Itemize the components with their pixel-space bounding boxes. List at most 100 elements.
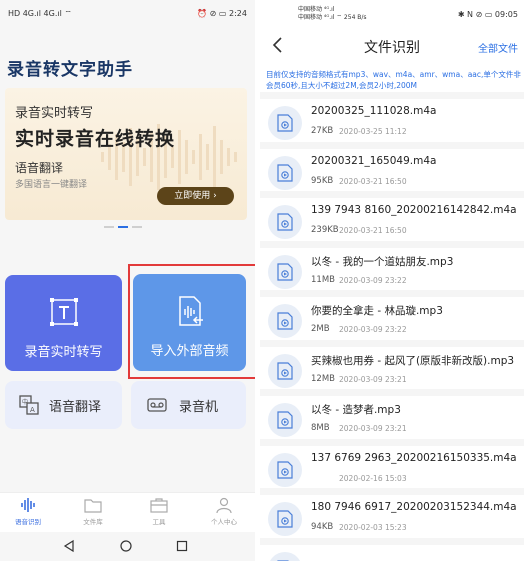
file-name: 以冬 - 造梦者.mp3 [311, 404, 401, 416]
file-row[interactable]: 你要的全拿走 - 林品璇.mp3 2MB 2020-03-09 23:22 [260, 290, 524, 340]
audio-file-icon [268, 551, 302, 561]
tab-profile[interactable]: 个人中心 [199, 497, 249, 526]
tab-label: 文件库 [83, 518, 103, 526]
audio-file-icon [268, 353, 302, 388]
file-date: 2020-03-09 23:22 [339, 275, 407, 285]
nav-home-icon[interactable] [119, 539, 133, 553]
carrier-1: 中国移动 ⁴ᴳ.ıl [298, 6, 335, 13]
carousel-dot [132, 226, 142, 228]
audio-file-icon [268, 106, 302, 140]
file-row[interactable]: 139 7943 8160_20200216142842.m4a 239KB 202… [260, 191, 524, 241]
carousel-dot-active [118, 226, 128, 228]
tab-label: 工具 [152, 518, 166, 526]
nav-recents-icon[interactable] [175, 539, 189, 553]
audio-file-icon [277, 114, 293, 132]
file-size: 2MB [311, 324, 330, 334]
recorder-card[interactable]: 录音机 [131, 381, 246, 429]
file-size: 12MB [311, 373, 335, 384]
file-date: 2020-03-21 16:50 [339, 226, 407, 235]
file-date: 2020-03-09 23:22 [339, 325, 407, 334]
file-date: 2020-02-03 15:23 [339, 523, 407, 532]
file-row[interactable] [260, 537, 524, 561]
audio-file-icon [277, 411, 293, 429]
file-row[interactable]: 以冬 - 造梦者.mp3 8MB 2020-03-09 23:21 [260, 389, 524, 439]
translate-icon: 中 A [19, 395, 39, 415]
file-row[interactable]: 20200325_111028.m4a 27KB 2020-03-25 11:12 [260, 92, 524, 142]
folder-icon [84, 499, 102, 513]
audio-file-icon [268, 304, 302, 338]
file-size: 27KB [311, 126, 334, 136]
svg-text:A: A [30, 406, 35, 414]
use-now-button[interactable]: 立即使用 › [157, 187, 234, 205]
toolbox-icon [150, 498, 168, 513]
file-row[interactable]: 以冬 - 我的一个道姑朋友.mp3 11MB 2020-03-09 23:22 [260, 240, 524, 290]
status-left: HD 4G.ıl 4G.ıl ⌔ [8, 9, 72, 18]
file-name: 137 6769 2963_20200216150335.m4a [311, 451, 517, 464]
highlight-box [128, 264, 255, 379]
file-date: 2020-03-09 23:21 [339, 374, 407, 384]
carousel-indicator [104, 226, 146, 230]
all-files-link[interactable]: 全部文件 [478, 40, 518, 55]
file-date: 2020-03-21 16:50 [339, 176, 407, 186]
audio-file-icon [268, 254, 302, 289]
status-right: ✱ N ⊘ ▭ 09:05 [457, 10, 518, 19]
audio-file-icon [268, 452, 302, 487]
file-name: 你要的全拿走 - 林品璇.mp3 [311, 305, 443, 317]
format-notice: 目前仅支持的音频格式有mp3、wav、m4a、amr、wma、aac,单个文件非… [266, 70, 521, 90]
realtime-transcribe-label: 录音实时转写 [24, 345, 103, 360]
promo-banner[interactable]: 录音实时转写 实时录音在线转换 语音翻译 多国语言一键翻译 立即使用 › [5, 88, 247, 220]
realtime-transcribe-card[interactable]: 录音实时转写 [5, 275, 122, 371]
tab-label: 个人中心 [211, 518, 237, 526]
tab-file-library[interactable]: 文件库 [68, 497, 118, 526]
file-row[interactable]: 20200321_165049.m4a 95KB 2020-03-21 16:50 [260, 141, 524, 191]
file-date: 2020-02-16 15:03 [339, 473, 407, 483]
person-icon [216, 497, 232, 513]
system-nav-bar [0, 532, 255, 561]
banner-feature-desc: 多国语言一键翻译 [15, 180, 88, 190]
bottom-tab-bar: 语音识别 文件库 工具 个人中心 [0, 492, 255, 532]
file-name: 180 7946 6917_20200203152344.m4a [311, 501, 517, 513]
tab-tools[interactable]: 工具 [134, 497, 184, 526]
file-name: 以冬 - 我的一个道姑朋友.mp3 [311, 255, 454, 268]
file-size: 8MB [311, 423, 330, 433]
audio-file-icon [277, 460, 293, 479]
tab-label: 语音识别 [15, 518, 41, 526]
audio-file-icon [277, 262, 293, 281]
app-title: 录音转文字助手 [7, 60, 133, 80]
banner-feature: 语音翻译 [15, 161, 64, 175]
file-row[interactable]: 137 6769 2963_20200216150335.m4a 2020-02-… [260, 438, 524, 488]
file-list: 20200325_111028.m4a 27KB 2020-03-25 11:12 2… [260, 92, 524, 561]
tab-voice-recognition[interactable]: 语音识别 [3, 497, 53, 526]
voice-translate-label: 语音翻译 [49, 400, 102, 415]
audio-file-icon [268, 205, 302, 239]
file-size: 95KB [311, 175, 334, 186]
status-bar: HD 4G.ıl 4G.ıl ⌔ ⏰ ⊘ ▭ 2:24 [0, 0, 255, 28]
file-size: 239KB [311, 225, 339, 235]
status-right: ⏰ ⊘ ▭ 2:24 [197, 9, 247, 18]
audio-file-icon [268, 403, 302, 437]
file-row[interactable]: 180 7946 6917_20200203152344.m4a 94KB 2020… [260, 488, 524, 538]
carousel-dot [104, 226, 114, 228]
file-date: 2020-03-09 23:21 [339, 424, 407, 433]
text-box-icon [49, 298, 78, 326]
file-size: 94KB [311, 522, 334, 532]
waveform-icon [21, 498, 35, 512]
file-row[interactable]: 买辣椒也用券 - 起风了(原版非新改版).mp3 12MB 2020-03-09 2… [260, 339, 524, 389]
tape-recorder-icon [147, 398, 167, 412]
file-name: 20200321_165049.m4a [311, 154, 437, 167]
file-name: 139 7943 8160_20200216142842.m4a [311, 204, 517, 216]
banner-subtitle: 录音实时转写 [15, 106, 94, 121]
recorder-label: 录音机 [179, 400, 219, 415]
left-screen: HD 4G.ıl 4G.ıl ⌔ ⏰ ⊘ ▭ 2:24 录音转文字助手 录音实时… [0, 0, 255, 561]
voice-translate-card[interactable]: 中 A 语音翻译 [5, 381, 122, 429]
nav-back-icon[interactable] [62, 539, 76, 553]
audio-file-icon [268, 155, 302, 190]
file-date: 2020-03-25 11:12 [339, 127, 407, 136]
audio-file-icon [277, 163, 293, 182]
file-name: 买辣椒也用券 - 起风了(原版非新改版).mp3 [311, 354, 515, 367]
status-bar: 中国移动 ⁴ᴳ.ıl 中国移动 ⁴ᴳ.ıl ⌔ 254 B/s ✱ N ⊘ ▭ … [260, 0, 524, 28]
audio-file-icon [277, 510, 293, 528]
banner-headline: 实时录音在线转换 [15, 128, 176, 150]
audio-file-icon [277, 213, 293, 231]
carrier-2: 中国移动 ⁴ᴳ.ıl ⌔ 254 B/s [298, 14, 367, 21]
